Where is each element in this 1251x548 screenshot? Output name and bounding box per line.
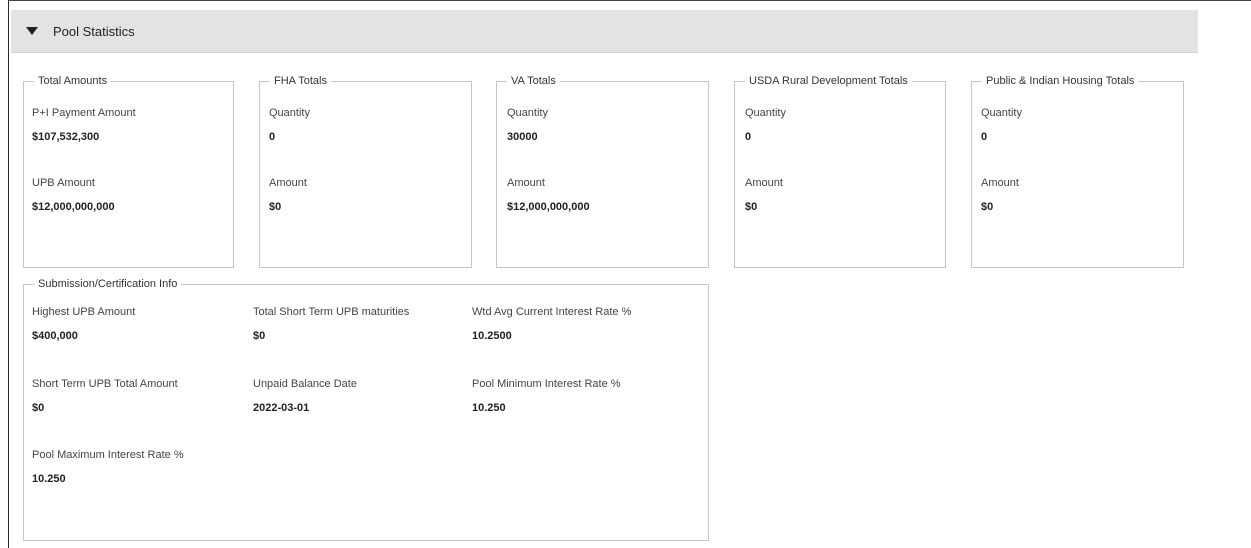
wtd-avg-rate-label: Wtd Avg Current Interest Rate % — [472, 306, 632, 318]
va-amount-field: Amount $12,000,000,000 — [507, 177, 590, 213]
highest-upb-label: Highest UPB Amount — [32, 306, 136, 318]
upb-amount-field: UPB Amount $12,000,000,000 — [32, 177, 115, 213]
pih-amount-value: $0 — [981, 201, 994, 213]
fha-amount-value: $0 — [269, 201, 282, 213]
pih-quantity-field: Quantity 0 — [981, 107, 1022, 143]
fha-quantity-value: 0 — [269, 131, 276, 143]
usda-totals-legend: USDA Rural Development Totals — [749, 75, 908, 87]
pool-max-rate-value: 10.250 — [32, 473, 66, 485]
total-amounts-legend: Total Amounts — [38, 75, 108, 87]
caret-down-icon — [26, 27, 38, 35]
va-quantity-value: 30000 — [507, 131, 538, 143]
submission-info-legend: Submission/Certification Info — [38, 278, 178, 290]
pih-quantity-label: Quantity — [981, 107, 1022, 119]
fha-quantity-label: Quantity — [269, 107, 310, 119]
usda-amount-value: $0 — [745, 201, 758, 213]
fha-totals-legend: FHA Totals — [274, 75, 327, 87]
pih-amount-label: Amount — [981, 177, 1019, 189]
usda-amount-field: Amount $0 — [745, 177, 783, 213]
fha-quantity-field: Quantity 0 — [269, 107, 310, 143]
unpaid-balance-date-label: Unpaid Balance Date — [253, 378, 357, 390]
va-amount-value: $12,000,000,000 — [507, 201, 590, 213]
short-term-total-value: $0 — [32, 402, 45, 414]
fha-totals-group: FHA Totals Quantity 0 Amount $0 — [259, 75, 472, 268]
pool-min-rate-value: 10.250 — [472, 402, 506, 414]
unpaid-balance-date-field: Unpaid Balance Date 2022-03-01 — [253, 378, 357, 414]
upb-amount-label: UPB Amount — [32, 177, 95, 189]
pih-quantity-value: 0 — [981, 131, 988, 143]
section-title: Pool Statistics — [53, 23, 135, 39]
pool-min-rate-label: Pool Minimum Interest Rate % — [472, 378, 621, 390]
va-amount-label: Amount — [507, 177, 545, 189]
total-short-term-label: Total Short Term UPB maturities — [253, 306, 410, 318]
pi-payment-label: P+I Payment Amount — [32, 107, 136, 119]
pi-payment-field: P+I Payment Amount $107,532,300 — [32, 107, 136, 143]
pool-max-rate-label: Pool Maximum Interest Rate % — [32, 449, 184, 461]
va-quantity-label: Quantity — [507, 107, 548, 119]
upb-amount-value: $12,000,000,000 — [32, 201, 115, 213]
wtd-avg-rate-field: Wtd Avg Current Interest Rate % 10.2500 — [472, 306, 631, 342]
pool-min-rate-field: Pool Minimum Interest Rate % 10.250 — [472, 378, 621, 414]
fha-amount-field: Amount $0 — [269, 177, 307, 213]
usda-quantity-value: 0 — [745, 131, 752, 143]
total-short-term-field: Total Short Term UPB maturities $0 — [253, 306, 409, 342]
usda-totals-group: USDA Rural Development Totals Quantity 0… — [734, 75, 946, 268]
short-term-total-label: Short Term UPB Total Amount — [32, 378, 178, 390]
pool-statistics-toggle[interactable]: Pool Statistics — [11, 10, 1198, 53]
va-totals-group: VA Totals Quantity 30000 Amount $12,000,… — [496, 75, 709, 268]
usda-quantity-label: Quantity — [745, 107, 786, 119]
va-quantity-field: Quantity 30000 — [507, 107, 548, 143]
submission-info-group: Submission/Certification Info Highest UP… — [23, 278, 709, 541]
unpaid-balance-date-value: 2022-03-01 — [253, 402, 310, 414]
panel-top-border — [8, 0, 1251, 1]
usda-amount-label: Amount — [745, 177, 783, 189]
highest-upb-value: $400,000 — [32, 330, 78, 342]
total-amounts-group: Total Amounts P+I Payment Amount $107,53… — [23, 75, 234, 268]
pih-amount-field: Amount $0 — [981, 177, 1019, 213]
va-totals-legend: VA Totals — [511, 75, 556, 87]
panel-left-border — [8, 0, 9, 548]
pih-totals-legend: Public & Indian Housing Totals — [986, 75, 1135, 87]
usda-quantity-field: Quantity 0 — [745, 107, 786, 143]
pi-payment-value: $107,532,300 — [32, 131, 100, 143]
short-term-total-field: Short Term UPB Total Amount $0 — [32, 378, 178, 414]
fha-amount-label: Amount — [269, 177, 307, 189]
wtd-avg-rate-value: 10.2500 — [472, 330, 512, 342]
pool-max-rate-field: Pool Maximum Interest Rate % 10.250 — [32, 449, 184, 485]
highest-upb-field: Highest UPB Amount $400,000 — [32, 306, 135, 342]
pih-totals-group: Public & Indian Housing Totals Quantity … — [971, 75, 1184, 268]
total-short-term-value: $0 — [253, 330, 266, 342]
